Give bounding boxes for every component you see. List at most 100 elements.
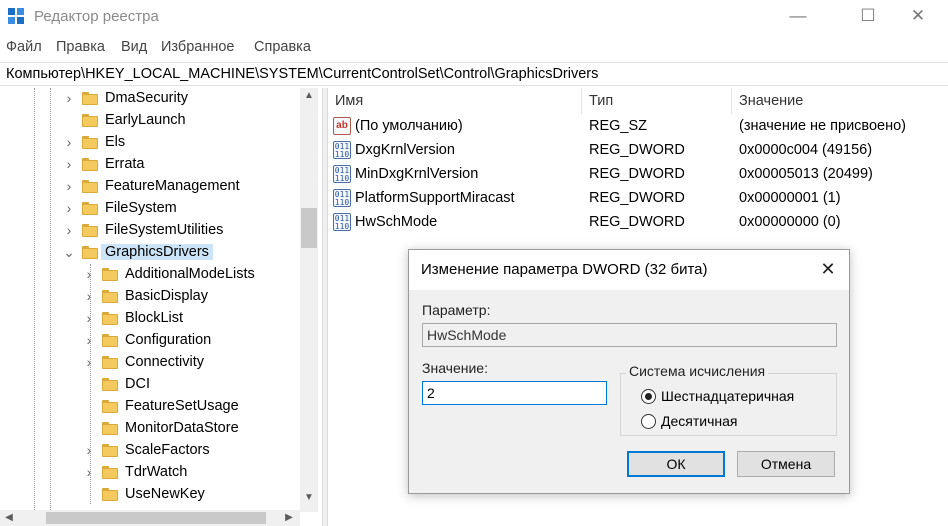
value-input[interactable]: 2: [422, 381, 607, 405]
list-header: Имя Тип Значение: [328, 88, 948, 114]
minimize-button[interactable]: —: [768, 0, 828, 34]
radio-hex[interactable]: [641, 389, 656, 404]
folder-icon: [82, 180, 98, 193]
folder-icon: [102, 466, 118, 479]
tree-item-label: TdrWatch: [125, 464, 188, 480]
value-type: REG_DWORD: [589, 142, 685, 158]
expand-chevron-icon[interactable]: ›: [82, 333, 96, 347]
value-row[interactable]: 011 110 HwSchMode REG_DWORD 0x00000000 (0): [328, 211, 948, 235]
expand-chevron-icon[interactable]: ⌄: [62, 245, 76, 259]
menu-edit[interactable]: Правка: [56, 39, 105, 55]
binary-value-icon: 011 110: [333, 141, 351, 159]
tree-item-label: FileSystem: [105, 200, 177, 216]
scroll-down-arrow-icon[interactable]: ▼: [300, 492, 318, 503]
expand-chevron-icon[interactable]: ›: [82, 465, 96, 479]
value-row[interactable]: 011 110 PlatformSupportMiracast REG_DWORD 0…: [328, 187, 948, 211]
expand-chevron-icon[interactable]: [62, 113, 76, 127]
parameter-name-field: HwSchMode: [422, 323, 837, 347]
tree-guide-line: [34, 88, 35, 526]
radio-decimal[interactable]: [641, 414, 656, 429]
value-name: HwSchMode: [355, 214, 438, 230]
menu-view[interactable]: Вид: [121, 39, 147, 55]
tree-horizontal-scrollbar[interactable]: ◀ ▶: [0, 510, 300, 526]
menu-file[interactable]: Файл: [6, 39, 42, 55]
folder-icon: [102, 378, 118, 391]
menu-bar: Файл Правка Вид Избранное Справка: [0, 36, 948, 58]
tree-item-label: Els: [105, 134, 126, 150]
value-row[interactable]: 011 110 MinDxgKrnlVersion REG_DWORD 0x00005…: [328, 163, 948, 187]
column-header-type[interactable]: Тип: [589, 93, 613, 109]
value-type: REG_DWORD: [589, 214, 685, 230]
regedit-app-icon: [8, 8, 26, 26]
folder-icon: [82, 114, 98, 127]
expand-chevron-icon[interactable]: ›: [62, 201, 76, 215]
folder-icon: [102, 290, 118, 303]
column-divider[interactable]: [581, 88, 582, 114]
tree-item-label: BasicDisplay: [125, 288, 208, 304]
value-row[interactable]: 011 110 DxgKrnlVersion REG_DWORD 0x0000c004…: [328, 139, 948, 163]
column-header-name[interactable]: Имя: [335, 93, 363, 109]
expand-chevron-icon[interactable]: ›: [62, 223, 76, 237]
address-path[interactable]: Компьютер\HKEY_LOCAL_MACHINE\SYSTEM\Curr…: [6, 66, 598, 82]
value-data: 0x00000000 (0): [739, 214, 841, 230]
scroll-left-arrow-icon[interactable]: ◀: [0, 512, 18, 523]
base-groupbox: Система исчисления Шестнадцатеричная Дес…: [620, 363, 837, 436]
value-name: MinDxgKrnlVersion: [355, 166, 479, 182]
dialog-close-icon[interactable]: ✕: [813, 254, 843, 284]
dialog-body: Параметр: HwSchMode Значение: 2 Система …: [409, 290, 849, 493]
address-bar[interactable]: Компьютер\HKEY_LOCAL_MACHINE\SYSTEM\Curr…: [0, 62, 948, 86]
expand-chevron-icon[interactable]: ›: [62, 91, 76, 105]
expand-chevron-icon[interactable]: ›: [82, 443, 96, 457]
scrollbar-thumb[interactable]: [301, 208, 317, 248]
folder-icon: [102, 400, 118, 413]
string-value-icon: ab: [333, 117, 351, 135]
cancel-button[interactable]: Отмена: [737, 451, 835, 477]
radio-decimal-label[interactable]: Десятичная: [661, 413, 737, 429]
expand-chevron-icon[interactable]: ›: [62, 157, 76, 171]
value-name: DxgKrnlVersion: [355, 142, 455, 158]
value-data: 0x00005013 (20499): [739, 166, 873, 182]
binary-value-icon: 011 110: [333, 213, 351, 231]
value-row[interactable]: ab (По умолчанию) REG_SZ (значение не присв…: [328, 115, 948, 139]
expand-chevron-icon[interactable]: ›: [62, 179, 76, 193]
tree-item-label: AdditionalModeLists: [125, 266, 255, 282]
close-window-button[interactable]: ✕: [888, 0, 948, 34]
folder-icon: [82, 92, 98, 105]
tree-item-label: FeatureSetUsage: [125, 398, 239, 414]
folder-icon: [82, 224, 98, 237]
expand-chevron-icon[interactable]: ›: [62, 135, 76, 149]
folder-icon: [82, 246, 98, 259]
menu-help[interactable]: Справка: [254, 39, 311, 55]
folder-icon: [82, 136, 98, 149]
expand-chevron-icon[interactable]: ›: [82, 289, 96, 303]
expand-chevron-icon[interactable]: [82, 487, 96, 501]
expand-chevron-icon[interactable]: ›: [82, 311, 96, 325]
expand-chevron-icon[interactable]: [82, 421, 96, 435]
scroll-right-arrow-icon[interactable]: ▶: [280, 512, 298, 523]
ok-button[interactable]: ОК: [627, 451, 725, 477]
expand-chevron-icon[interactable]: ›: [82, 355, 96, 369]
column-divider[interactable]: [731, 88, 732, 114]
value-type: REG_DWORD: [589, 166, 685, 182]
expand-chevron-icon[interactable]: [82, 377, 96, 391]
tree-item-label: EarlyLaunch: [105, 112, 186, 128]
menu-favorites[interactable]: Избранное: [161, 39, 234, 55]
folder-icon: [82, 158, 98, 171]
tree-item-label: UseNewKey: [125, 486, 205, 502]
tree-guide-line: [50, 88, 51, 526]
scroll-up-arrow-icon[interactable]: ▲: [300, 90, 318, 101]
window-title: Редактор реестра: [34, 8, 159, 25]
folder-icon: [102, 444, 118, 457]
expand-chevron-icon[interactable]: [82, 399, 96, 413]
tree-item-label: MonitorDataStore: [125, 420, 239, 436]
tree-vertical-scrollbar[interactable]: ▲ ▼: [300, 88, 318, 512]
scrollbar-thumb[interactable]: [46, 512, 266, 524]
folder-icon: [102, 422, 118, 435]
value-data: (значение не присвоено): [739, 118, 906, 134]
folder-icon: [102, 312, 118, 325]
expand-chevron-icon[interactable]: ›: [82, 267, 96, 281]
radio-hex-label[interactable]: Шестнадцатеричная: [661, 388, 794, 404]
tree-item-label: FeatureManagement: [105, 178, 240, 194]
column-header-value[interactable]: Значение: [739, 93, 803, 109]
value-type: REG_DWORD: [589, 190, 685, 206]
